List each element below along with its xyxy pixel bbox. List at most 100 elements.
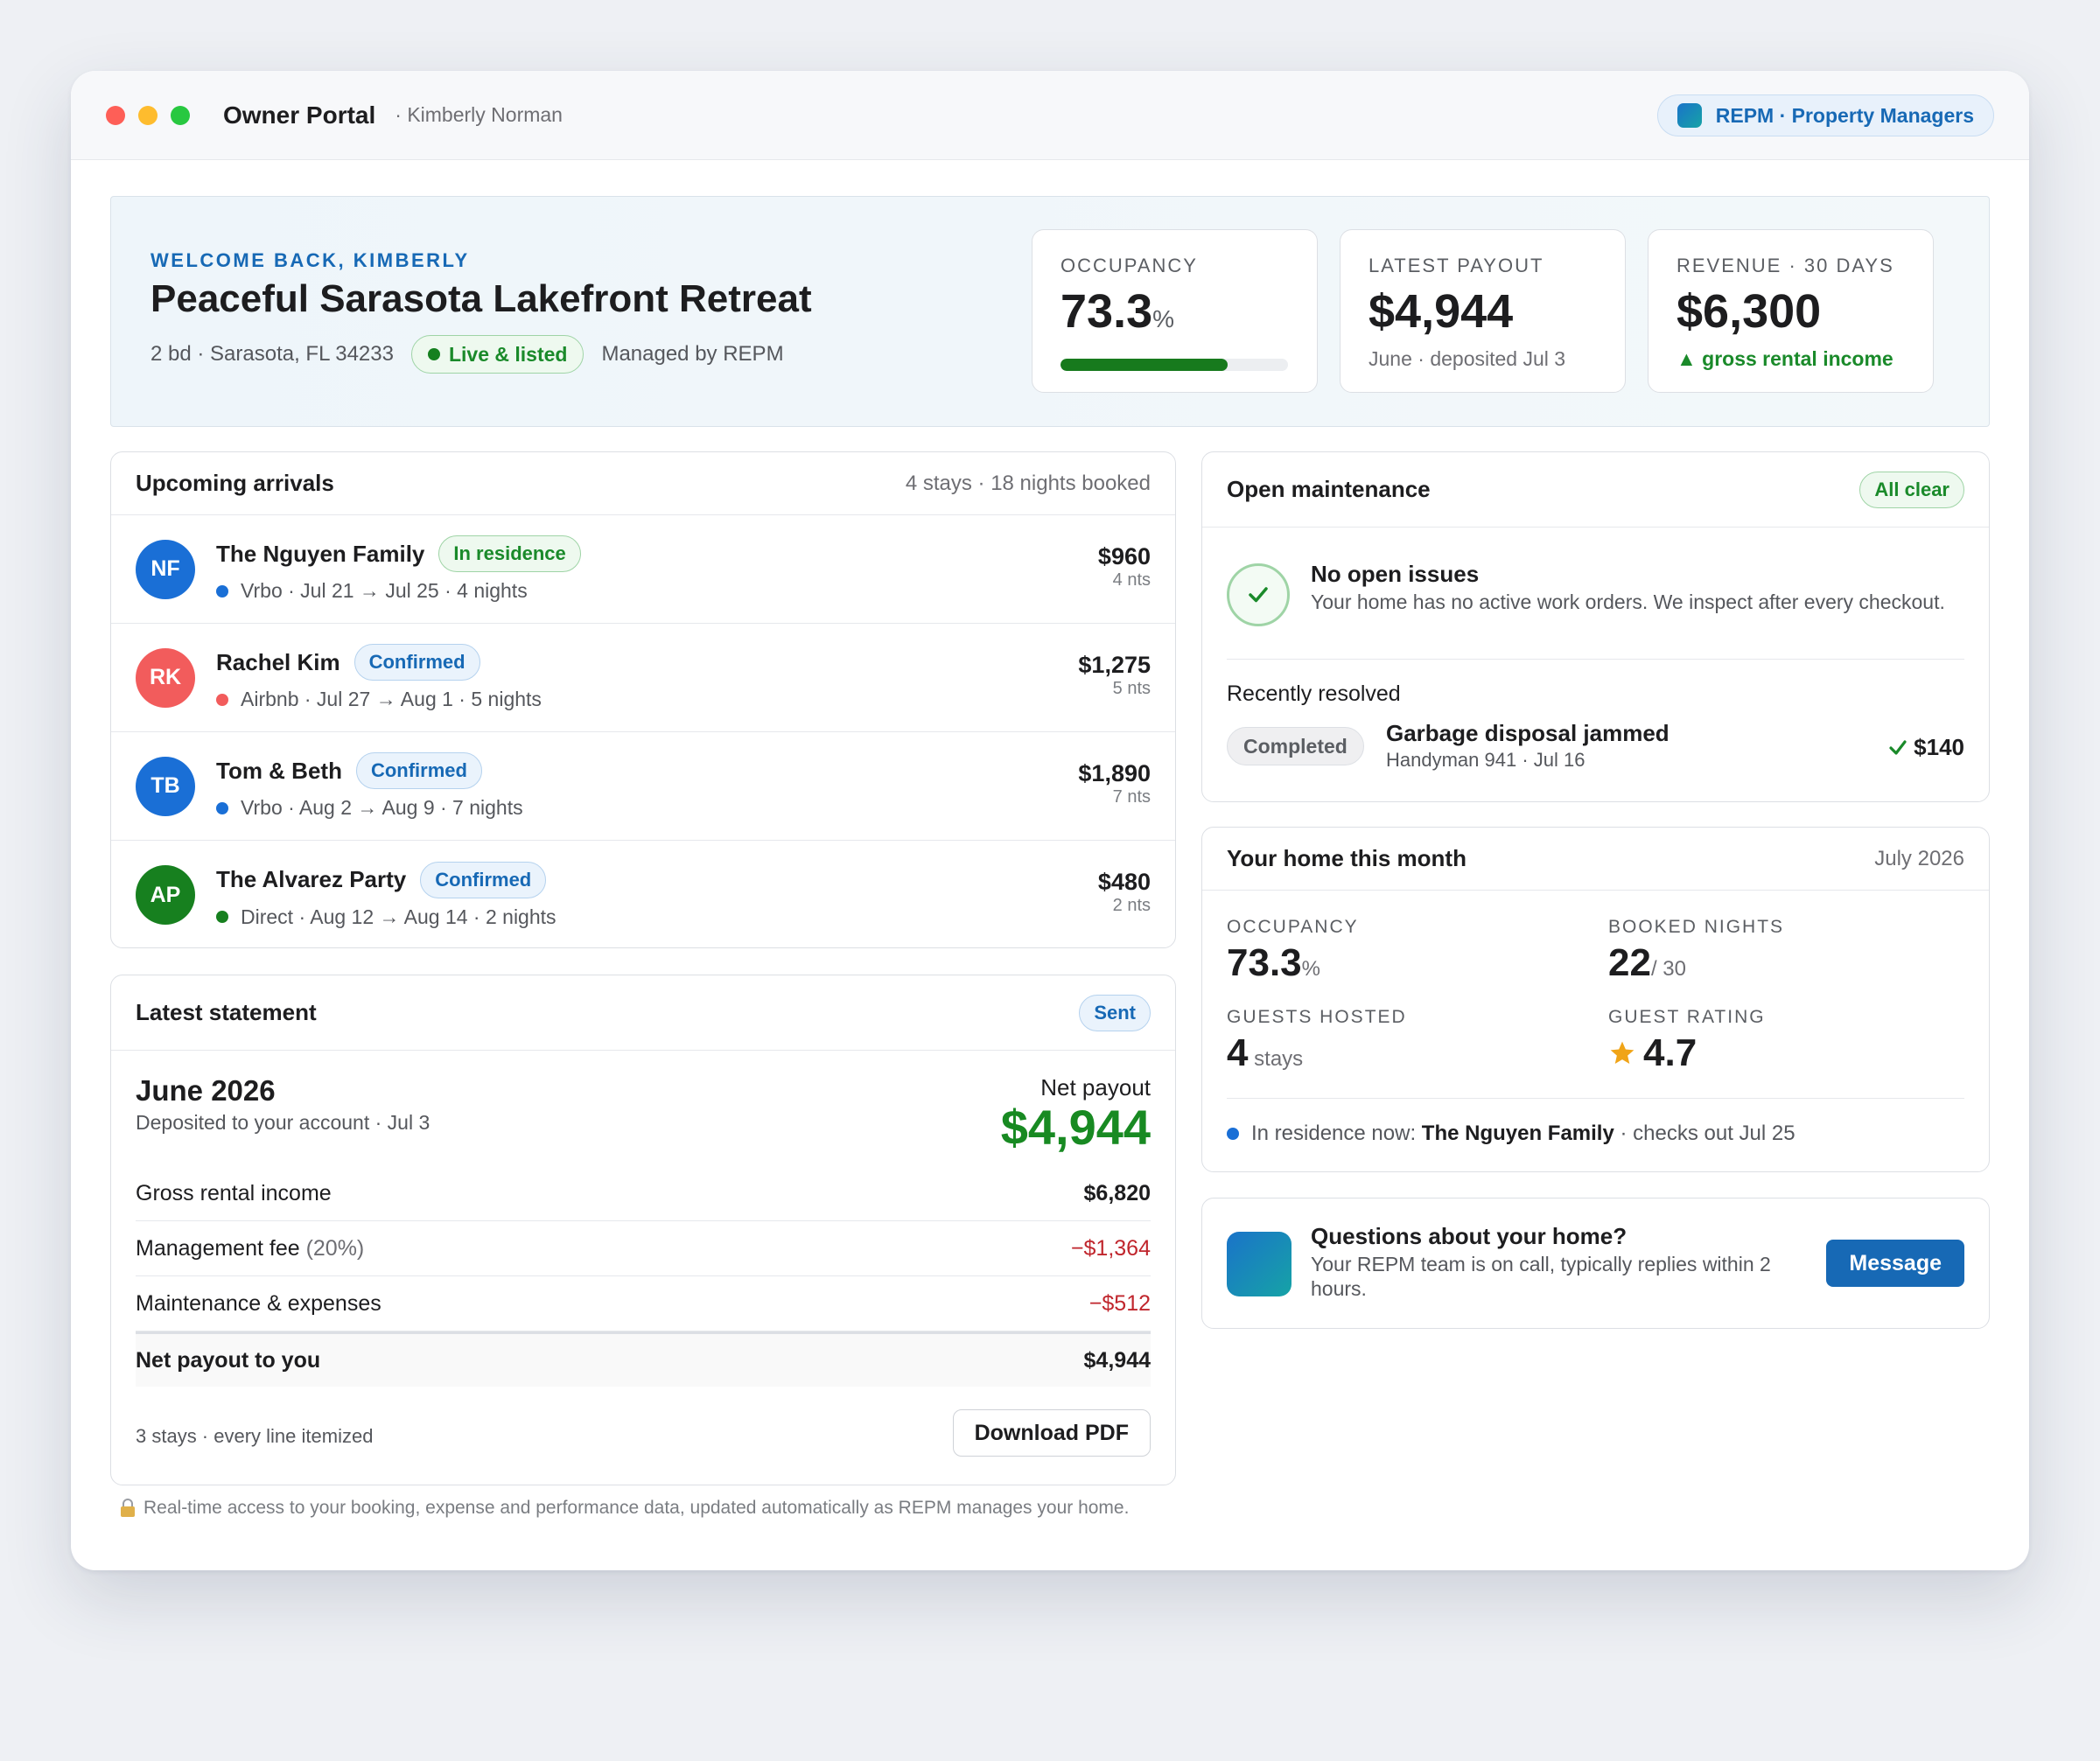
footer-text: Real-time access to your booking, expens…	[144, 1498, 1130, 1518]
stat-sub: June · deposited Jul 3	[1368, 347, 1566, 370]
statement-total-line: Net payout to you $4,944	[136, 1331, 1151, 1387]
statement-line: Maintenance & expenses −$512	[136, 1276, 1151, 1331]
booking-status-badge: Confirmed	[354, 644, 480, 681]
welcome-text: WELCOME BACK, KIMBERLY	[150, 249, 470, 271]
checkmark-icon	[1889, 739, 1907, 755]
mini-value: 4.7	[1643, 1031, 1698, 1074]
line-label: Maintenance & expenses	[136, 1290, 382, 1316]
booking-amount: $480	[1097, 869, 1151, 895]
resolved-item[interactable]: Garbage disposal jammed Handyman 941 · J…	[1386, 720, 1670, 772]
property-location: 2 bd · Sarasota, FL 34233	[150, 342, 394, 366]
no-issues-text: Your home has no active work orders. We …	[1311, 590, 1945, 613]
statement-line: Gross rental income $6,820	[136, 1166, 1151, 1221]
channel-dot-icon	[216, 693, 228, 706]
residence-dot-icon	[1227, 1128, 1239, 1140]
property-title: Peaceful Sarasota Lakefront Retreat	[150, 277, 812, 320]
occupancy-value: 73.3	[1060, 285, 1153, 338]
divider	[1227, 659, 1964, 660]
status-dot-icon	[427, 348, 440, 360]
occupancy-progress-bar	[1060, 359, 1288, 371]
residence-guest-name[interactable]: The Nguyen Family	[1422, 1122, 1614, 1146]
star-icon	[1610, 1041, 1634, 1064]
statement-status-badge: Sent	[1079, 994, 1151, 1031]
latest-payout-stat-card[interactable]: LATEST PAYOUT $4,944 June · deposited Ju…	[1340, 229, 1626, 393]
statement-line: Management fee (20%) −$1,364	[136, 1221, 1151, 1276]
avatar: RK	[136, 647, 195, 708]
line-note: (20%)	[299, 1235, 365, 1261]
recently-resolved-label: Recently resolved	[1227, 681, 1401, 706]
booking-detail: Direct · Aug 12 → Aug 14 · 2 nights	[241, 905, 556, 928]
message-button[interactable]: Message	[1826, 1240, 1964, 1287]
brand-logo-icon	[1676, 103, 1702, 128]
arrival-list: NF The Nguyen Family In residence Vrbo · …	[111, 515, 1175, 947]
occupancy-progress-fill	[1060, 359, 1228, 371]
close-window-button[interactable]	[106, 105, 125, 125]
card-title: Latest statement	[136, 999, 317, 1025]
stat-label: OCCUPANCY	[1060, 255, 1198, 276]
brand-badge[interactable]: REPM · Property Managers	[1656, 94, 1994, 136]
arrivals-summary: 4 stays · 18 nights booked	[905, 471, 1151, 495]
line-label: Management fee	[136, 1235, 300, 1261]
lock-icon	[121, 1499, 135, 1517]
total-value: $4,944	[1083, 1347, 1151, 1373]
avatar: AP	[136, 865, 195, 925]
total-label: Net payout to you	[136, 1347, 321, 1373]
guest-name: Rachel Kim	[216, 648, 340, 675]
arrival-row[interactable]: NF The Nguyen Family In residence Vrbo · …	[111, 515, 1175, 624]
maximize-window-button[interactable]	[171, 105, 190, 125]
resolved-amount: $140	[1914, 734, 1964, 760]
latest-statement-card: Latest statement Sent June 2026 Deposite…	[110, 975, 1176, 1485]
no-issues-title: No open issues	[1311, 561, 1480, 587]
booking-amount: $960	[1097, 543, 1151, 570]
stat-label: LATEST PAYOUT	[1368, 255, 1544, 276]
booking-nights: 7 nts	[1112, 787, 1151, 807]
contact-text: Your REPM team is on call, typically rep…	[1311, 1253, 1771, 1300]
listing-status-label: Live & listed	[448, 342, 568, 366]
month-rating-stat: GUEST RATING 4.7	[1608, 1007, 1766, 1075]
property-hero: WELCOME BACK, KIMBERLY Peaceful Sarasota…	[110, 196, 1990, 427]
arrival-row[interactable]: AP The Alvarez Party Confirmed Direct · A…	[111, 841, 1175, 947]
check-circle-icon	[1227, 563, 1290, 626]
booking-status-badge: Confirmed	[355, 752, 482, 789]
maintenance-status-badge: All clear	[1859, 471, 1964, 508]
mini-value: 22	[1608, 941, 1651, 984]
resolved-title: Garbage disposal jammed	[1386, 720, 1670, 746]
download-pdf-button[interactable]: Download PDF	[952, 1409, 1151, 1457]
revenue-stat-card[interactable]: REVENUE · 30 DAYS $6,300 ▲ gross rental …	[1648, 229, 1934, 393]
arrival-row[interactable]: RK Rachel Kim Confirmed Airbnb · Jul 27 →…	[111, 624, 1175, 732]
stat-label: REVENUE · 30 DAYS	[1676, 255, 1894, 276]
booking-nights: 2 nts	[1112, 896, 1151, 915]
mini-value: 73.3	[1227, 941, 1302, 984]
title-bar: Owner Portal · Kimberly Norman REPM · Pr…	[71, 71, 2029, 160]
minimize-window-button[interactable]	[138, 105, 158, 125]
home-this-month-card: Your home this month July 2026 OCCUPANCY…	[1201, 827, 1990, 1172]
mini-label: GUEST RATING	[1608, 1007, 1766, 1027]
arrival-row[interactable]: TB Tom & Beth Confirmed Vrbo · Aug 2 → Au…	[111, 732, 1175, 841]
mini-label: GUESTS HOSTED	[1227, 1007, 1407, 1027]
booking-status-badge: Confirmed	[420, 861, 547, 898]
guest-name: Tom & Beth	[216, 757, 342, 784]
booking-amount: $1,890	[1078, 760, 1151, 786]
residence-suffix: · checks out Jul 25	[1620, 1122, 1796, 1145]
booking-detail: Airbnb · Jul 27 → Aug 1 · 5 nights	[241, 688, 542, 710]
line-value: −$512	[1088, 1290, 1151, 1316]
statement-deposited: Deposited to your account · Jul 3	[136, 1111, 430, 1134]
net-payout-value: $4,944	[1000, 1100, 1151, 1155]
footer-note: Real-time access to your booking, expens…	[119, 1498, 1129, 1519]
app-window: Owner Portal · Kimberly Norman REPM · Pr…	[71, 71, 2029, 1570]
mini-unit: %	[1301, 957, 1320, 981]
repm-logo-icon	[1227, 1232, 1292, 1296]
mini-label: OCCUPANCY	[1227, 917, 1359, 937]
channel-dot-icon	[216, 911, 228, 923]
occupancy-stat-card[interactable]: OCCUPANCY 73.3%	[1032, 229, 1318, 393]
line-label: Gross rental income	[136, 1180, 332, 1205]
mini-label: BOOKED NIGHTS	[1608, 917, 1785, 937]
line-value: −$1,364	[1070, 1235, 1151, 1261]
card-title: Open maintenance	[1227, 476, 1431, 502]
guest-name: The Alvarez Party	[216, 866, 407, 892]
residence-prefix: In residence now:	[1251, 1122, 1417, 1145]
month-booked-nights-stat: BOOKED NIGHTS 22/ 30	[1608, 917, 1784, 985]
in-residence-note: In residence now: The Nguyen Family · ch…	[1227, 1122, 1796, 1146]
listing-status-badge: Live & listed	[410, 335, 584, 374]
app-title: Owner Portal	[223, 101, 376, 129]
